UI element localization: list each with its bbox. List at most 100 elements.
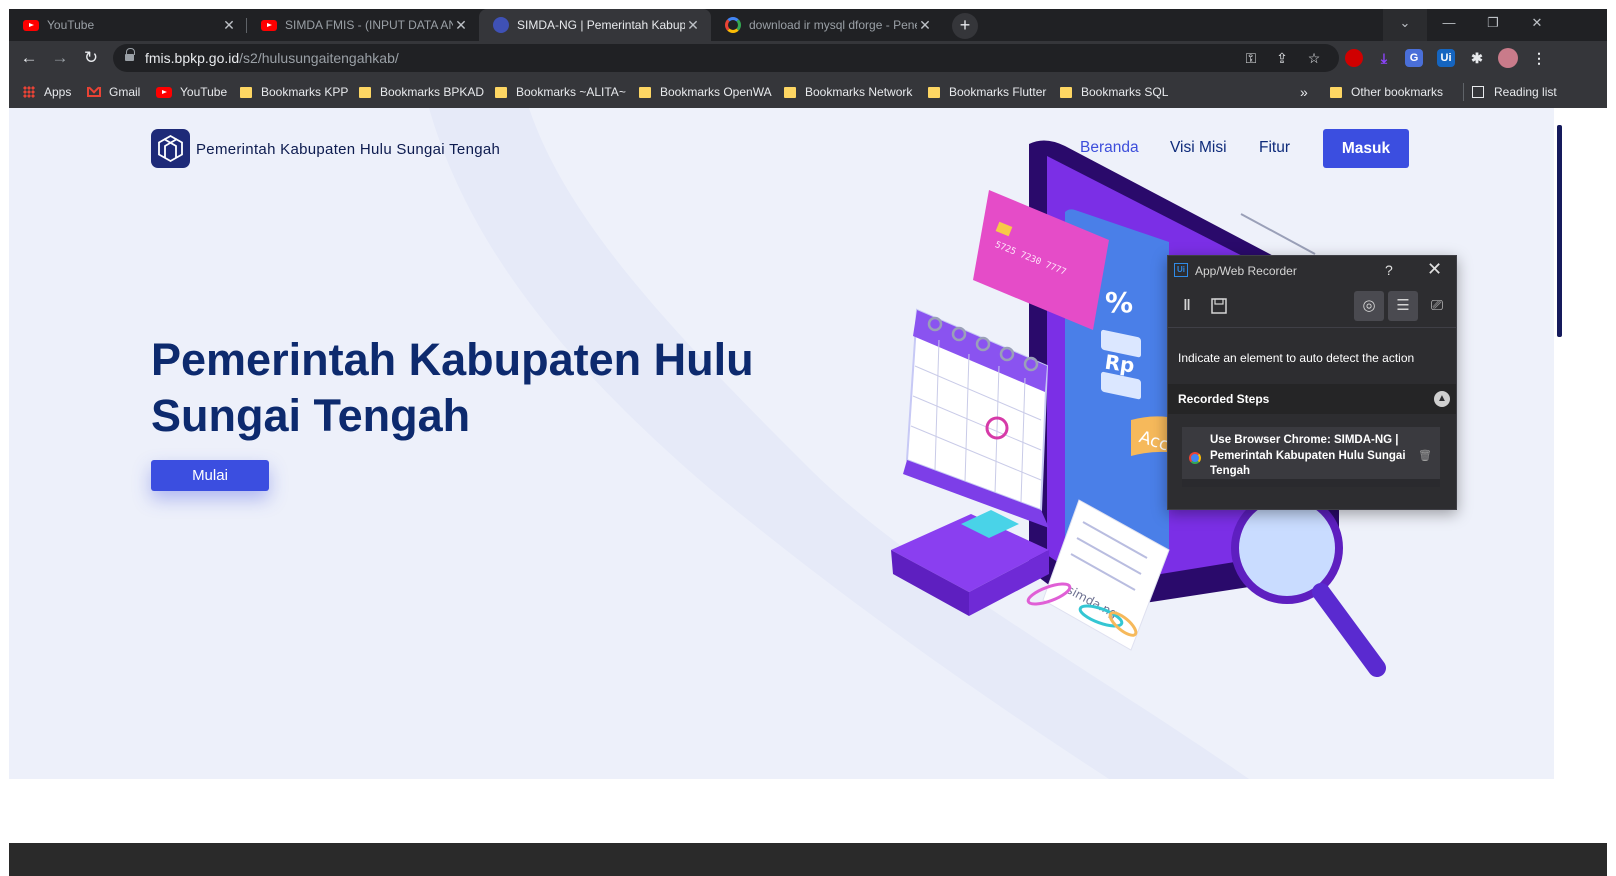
reading-list-label: Reading list [1494, 85, 1557, 99]
share-icon[interactable]: ⇪ [1273, 49, 1291, 67]
site-logo[interactable] [151, 129, 190, 168]
tab-title: SIMDA FMIS - (INPUT DATA ANG [285, 18, 453, 32]
folder-icon [359, 86, 371, 98]
bookmark-openwa[interactable]: Bookmarks OpenWA [639, 83, 772, 101]
help-icon[interactable]: ? [1385, 262, 1393, 278]
browser-toolbar: ← → ↻ fmis.bpkp.go.id/s2/hulusungaitenga… [9, 41, 1607, 75]
new-tab-button[interactable]: + [952, 13, 978, 39]
tab-simda-ng[interactable]: SIMDA-NG | Pemerintah Kabupat ✕ [479, 9, 711, 41]
uipath-logo-icon: Ui [1174, 263, 1188, 277]
bookmark-kpp[interactable]: Bookmarks KPP [240, 83, 348, 101]
tab-strip: YouTube ✕ SIMDA FMIS - (INPUT DATA ANG ✕… [9, 9, 1607, 41]
youtube-icon [23, 19, 39, 31]
recorder-toolbar: ‖ ◎ ☰ ⎚ [1168, 285, 1456, 328]
close-icon[interactable]: ✕ [453, 17, 469, 34]
uipath-extension-icon[interactable]: Ui [1437, 49, 1455, 67]
tab-search-button[interactable]: ⌄ [1383, 9, 1427, 41]
bookmark-other[interactable]: Other bookmarks [1330, 83, 1443, 101]
tab-title: download ir mysql dforge - Pene [749, 18, 917, 32]
recorded-step-item[interactable]: Use Browser Chrome: SIMDA-NG | Pemerinta… [1182, 427, 1440, 487]
folder-icon [495, 86, 507, 98]
bookmark-flutter[interactable]: Bookmarks Flutter [928, 83, 1046, 101]
bookmark-alita[interactable]: Bookmarks ~ALITA~ [495, 83, 626, 101]
folder-icon [1330, 86, 1342, 98]
percent-symbol: % [1105, 286, 1133, 319]
rupiah-symbol: Rp [1103, 350, 1136, 378]
save-icon[interactable] [1204, 291, 1234, 321]
tab-simda-fmis[interactable]: SIMDA FMIS - (INPUT DATA ANG ✕ [247, 9, 479, 41]
screen-capture-icon[interactable]: ⎚ [1422, 291, 1452, 321]
bookmark-apps[interactable]: Apps [23, 83, 71, 101]
bookmark-label: Bookmarks SQL [1081, 85, 1169, 99]
menu-kebab-icon[interactable]: ⋮ [1530, 49, 1548, 67]
restore-button[interactable]: ❐ [1471, 9, 1515, 41]
puzzle-extensions-icon[interactable]: ✱ [1468, 49, 1486, 67]
recorder-title-bar[interactable]: Ui App/Web Recorder ? ✕ [1168, 256, 1456, 285]
bookmark-label: Bookmarks ~ALITA~ [516, 85, 626, 99]
bookmark-label: Bookmarks Flutter [949, 85, 1047, 99]
close-icon[interactable]: ✕ [221, 17, 237, 34]
url-text[interactable]: fmis.bpkp.go.id/s2/hulusungaitengahkab/ [145, 50, 399, 66]
translate-extension-icon[interactable]: G [1405, 49, 1423, 67]
bookmark-network[interactable]: Bookmarks Network [784, 83, 912, 101]
profile-avatar[interactable] [1498, 48, 1518, 68]
pause-icon[interactable]: ‖ [1172, 291, 1202, 321]
start-button[interactable]: Mulai [151, 460, 269, 491]
url-path: /s2/hulusungaitengahkab/ [239, 50, 399, 66]
gmail-icon [87, 87, 101, 97]
bookmarks-bar: Apps Gmail YouTube Bookmarks KPP Bookmar… [9, 75, 1607, 108]
recorded-steps-title: Recorded Steps [1178, 392, 1270, 406]
recorder-hint-text: Indicate an element to auto detect the a… [1178, 351, 1415, 365]
back-arrow-icon[interactable]: ← [17, 46, 41, 70]
window-close-button[interactable]: ✕ [1515, 9, 1559, 41]
bookmark-label: Bookmarks OpenWA [660, 85, 772, 99]
scrollbar-thumb[interactable] [1557, 125, 1562, 337]
browser-chrome: YouTube ✕ SIMDA FMIS - (INPUT DATA ANG ✕… [9, 9, 1607, 108]
recorded-steps-header[interactable]: Recorded Steps ▲ [1168, 384, 1456, 414]
reading-list[interactable]: Reading list [1463, 83, 1557, 101]
lock-icon [125, 48, 135, 63]
star-icon[interactable]: ☆ [1305, 49, 1323, 67]
folder-icon [784, 86, 796, 98]
close-icon[interactable]: ✕ [1427, 259, 1442, 280]
bookmark-gmail[interactable]: Gmail [87, 83, 140, 101]
close-icon[interactable]: ✕ [685, 17, 701, 34]
bookmark-sql[interactable]: Bookmarks SQL [1060, 83, 1168, 101]
minimize-button[interactable]: — [1427, 9, 1471, 41]
recorder-title: App/Web Recorder [1195, 264, 1297, 278]
reading-list-icon [1472, 86, 1484, 98]
download-extension-icon[interactable]: ⤓ [1375, 49, 1393, 67]
bookmark-label: Apps [44, 85, 72, 99]
bookmark-youtube[interactable]: YouTube [156, 83, 227, 101]
chrome-icon [1189, 452, 1201, 464]
key-icon[interactable]: ⚿ [1242, 49, 1260, 67]
chevron-up-icon[interactable]: ▲ [1434, 391, 1450, 407]
site-brand-name[interactable]: Pemerintah Kabupaten Hulu Sungai Tengah [196, 141, 500, 158]
simda-icon [493, 17, 509, 33]
close-icon[interactable]: ✕ [917, 17, 933, 34]
tab-youtube[interactable]: YouTube ✕ [9, 9, 247, 41]
reload-icon[interactable]: ↻ [79, 46, 103, 70]
tab-google-search[interactable]: download ir mysql dforge - Pene ✕ [711, 9, 943, 41]
bookmark-label: Gmail [109, 85, 141, 99]
youtube-icon [261, 19, 277, 31]
taskbar-strip [9, 843, 1607, 876]
steps-list-icon[interactable]: ☰ [1388, 291, 1418, 321]
url-host: fmis.bpkp.go.id [145, 50, 240, 66]
trash-icon[interactable]: 🗑 [1418, 449, 1432, 462]
address-bar[interactable]: fmis.bpkp.go.id/s2/hulusungaitengahkab/ … [113, 44, 1339, 72]
bookmarks-overflow-chevron-icon[interactable]: » [1300, 83, 1308, 101]
hero-title: Pemerintah Kabupaten Hulu Sungai Tengah [151, 334, 754, 441]
cube-logo-icon [158, 134, 183, 163]
bookmark-label: Other bookmarks [1351, 85, 1444, 99]
bookmark-label: Bookmarks Network [805, 85, 913, 99]
bookmark-bpkad[interactable]: Bookmarks BPKAD [359, 83, 484, 101]
forward-arrow-icon[interactable]: → [48, 46, 72, 70]
google-icon [725, 17, 741, 33]
page-scrollbar[interactable] [1554, 108, 1564, 843]
target-detect-icon[interactable]: ◎ [1354, 291, 1384, 321]
apps-icon [23, 86, 35, 98]
tab-title: SIMDA-NG | Pemerintah Kabupat [517, 18, 685, 32]
bookmark-label: Bookmarks KPP [261, 85, 349, 99]
shield-extension-icon[interactable] [1345, 49, 1363, 67]
